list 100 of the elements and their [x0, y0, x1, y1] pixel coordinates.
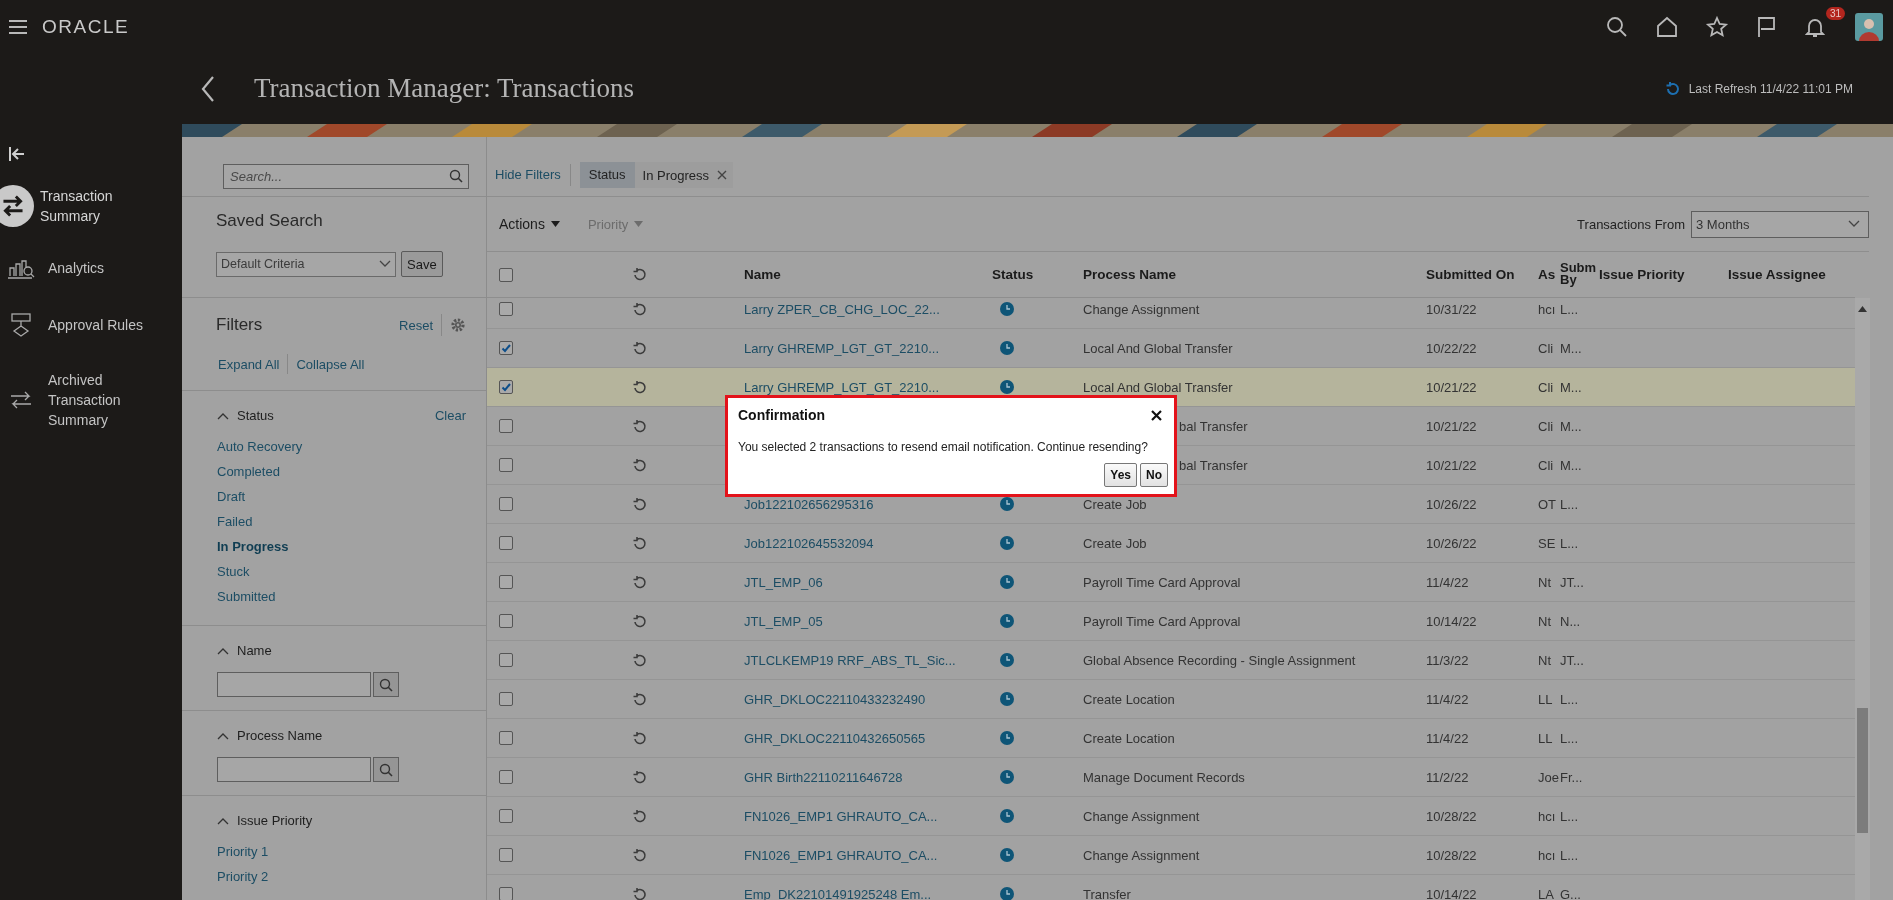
- back-icon[interactable]: [200, 74, 216, 103]
- hide-filters-link[interactable]: Hide Filters: [495, 167, 561, 182]
- column-header[interactable]: Issue Assignee: [1728, 267, 1854, 282]
- filter-option-link[interactable]: Failed: [217, 512, 253, 531]
- refresh-icon[interactable]: [632, 340, 647, 356]
- scrollbar[interactable]: [1855, 298, 1870, 900]
- refresh-icon[interactable]: [632, 886, 647, 900]
- nav-item[interactable]: Approval Rules: [0, 312, 182, 338]
- refresh-icon[interactable]: [632, 267, 647, 282]
- close-icon[interactable]: [1151, 409, 1162, 421]
- filter-option-link[interactable]: Completed: [217, 462, 280, 481]
- transaction-link[interactable]: JTL_EMP_05: [744, 613, 823, 629]
- nav-item[interactable]: Analytics: [0, 256, 182, 280]
- search-button[interactable]: [373, 757, 399, 782]
- refresh-icon[interactable]: [632, 613, 647, 629]
- filter-option-link[interactable]: Draft: [217, 487, 246, 506]
- column-header[interactable]: Submitted On: [1426, 267, 1538, 282]
- checkbox[interactable]: [499, 497, 513, 511]
- column-header[interactable]: Name: [744, 267, 992, 282]
- checkbox[interactable]: [499, 458, 513, 472]
- reset-link[interactable]: Reset: [399, 317, 433, 333]
- column-header[interactable]: Subm By: [1560, 261, 1599, 288]
- save-button[interactable]: Save: [401, 251, 443, 277]
- filter-option-link[interactable]: Priority 1: [217, 842, 269, 861]
- search-field[interactable]: Search...: [223, 164, 469, 189]
- transactions-from-dropdown[interactable]: 3 Months: [1691, 210, 1869, 238]
- refresh-icon[interactable]: [632, 301, 647, 317]
- filter-option-link[interactable]: Stuck: [217, 562, 250, 581]
- checkbox[interactable]: [499, 653, 513, 667]
- checkbox[interactable]: [499, 341, 513, 355]
- checkbox[interactable]: [499, 809, 513, 823]
- checkbox[interactable]: [499, 302, 513, 316]
- chevron-up-icon[interactable]: [217, 646, 229, 655]
- transaction-link[interactable]: FN1026_EMP1 GHRAUTO_CA...: [744, 847, 938, 863]
- expand-all-link[interactable]: Expand All: [218, 356, 280, 372]
- refresh-icon[interactable]: [632, 769, 647, 785]
- transaction-link[interactable]: JTLCLKEMP19 RRF_ABS_TL_Sic...: [744, 652, 956, 668]
- input-field[interactable]: [217, 757, 371, 782]
- filter-option-link[interactable]: Auto Recovery: [217, 437, 303, 456]
- nav-item[interactable]: Transaction Summary: [0, 184, 182, 228]
- column-header[interactable]: Process Name: [1083, 267, 1426, 282]
- refresh-icon[interactable]: [632, 652, 647, 668]
- refresh-icon[interactable]: [632, 496, 647, 512]
- refresh-icon[interactable]: [632, 457, 647, 473]
- dialog-button[interactable]: No: [1140, 463, 1168, 487]
- checkbox[interactable]: [499, 536, 513, 550]
- chevron-up-icon[interactable]: [217, 411, 229, 420]
- column-header[interactable]: Status: [992, 267, 1083, 282]
- transaction-link[interactable]: GHR_DKLOC22110432650565: [744, 730, 926, 746]
- filter-option-link[interactable]: Priority 2: [217, 867, 269, 886]
- transaction-link[interactable]: GHR_DKLOC22110433232490: [744, 691, 926, 707]
- checkbox[interactable]: [499, 419, 513, 433]
- actions-menu[interactable]: Actions: [499, 216, 560, 232]
- search-icon[interactable]: [1605, 14, 1629, 39]
- star-icon[interactable]: [1705, 14, 1729, 39]
- checkbox[interactable]: [499, 614, 513, 628]
- collapse-all-link[interactable]: Collapse All: [296, 356, 365, 372]
- transaction-link[interactable]: Job122102656295316: [744, 496, 874, 512]
- checkbox[interactable]: [499, 267, 513, 282]
- transaction-link[interactable]: Larry GHREMP_LGT_GT_2210...: [744, 379, 940, 395]
- chevron-up-icon[interactable]: [217, 731, 229, 740]
- chevron-up-icon[interactable]: [217, 816, 229, 825]
- refresh-icon[interactable]: [632, 691, 647, 707]
- menu-icon[interactable]: [8, 18, 28, 35]
- refresh-icon[interactable]: [632, 535, 647, 551]
- column-header[interactable]: Issue Priority: [1599, 267, 1728, 282]
- brand-logo[interactable]: ORACLE: [42, 15, 130, 38]
- refresh-icon[interactable]: [632, 379, 647, 395]
- transaction-link[interactable]: Larry ZPER_CB_CHG_LOC_22...: [744, 301, 940, 317]
- checkbox[interactable]: [499, 731, 513, 745]
- avatar-icon[interactable]: [1855, 12, 1883, 41]
- transaction-link[interactable]: FN1026_EMP1 GHRAUTO_CA...: [744, 808, 938, 824]
- clear-link[interactable]: Clear: [434, 408, 466, 423]
- dialog-button[interactable]: Yes: [1104, 463, 1137, 487]
- home-icon[interactable]: [1655, 14, 1679, 39]
- checkbox[interactable]: [499, 575, 513, 589]
- column-header[interactable]: As: [1538, 267, 1560, 282]
- caret-up-icon[interactable]: [1858, 306, 1867, 312]
- checkbox[interactable]: [499, 848, 513, 862]
- refresh-icon[interactable]: [632, 847, 647, 863]
- checkbox[interactable]: [499, 770, 513, 784]
- gear-icon[interactable]: [450, 317, 466, 333]
- transaction-link[interactable]: JTL_EMP_06: [744, 574, 823, 590]
- transaction-link[interactable]: GHR Birth22110211646728: [744, 769, 903, 785]
- checkbox[interactable]: [499, 887, 513, 900]
- scrollbar-thumb[interactable]: [1857, 708, 1868, 833]
- collapse-icon[interactable]: [8, 146, 26, 162]
- checkbox[interactable]: [499, 692, 513, 706]
- filter-option-link[interactable]: In Progress: [217, 537, 289, 556]
- refresh-icon[interactable]: [632, 574, 647, 590]
- search-button[interactable]: [373, 672, 399, 697]
- saved-search-dropdown[interactable]: Default Criteria: [216, 251, 396, 277]
- nav-item[interactable]: Archived Transaction Summary: [0, 370, 182, 430]
- refresh-icon[interactable]: [632, 418, 647, 434]
- refresh-icon[interactable]: [632, 730, 647, 746]
- transaction-link[interactable]: Larry GHREMP_LGT_GT_2210...: [744, 340, 940, 356]
- transaction-link[interactable]: Job122102645532094: [744, 535, 874, 551]
- input-field[interactable]: [217, 672, 371, 697]
- filter-option-link[interactable]: Submitted: [217, 587, 276, 606]
- checkbox[interactable]: [499, 380, 513, 394]
